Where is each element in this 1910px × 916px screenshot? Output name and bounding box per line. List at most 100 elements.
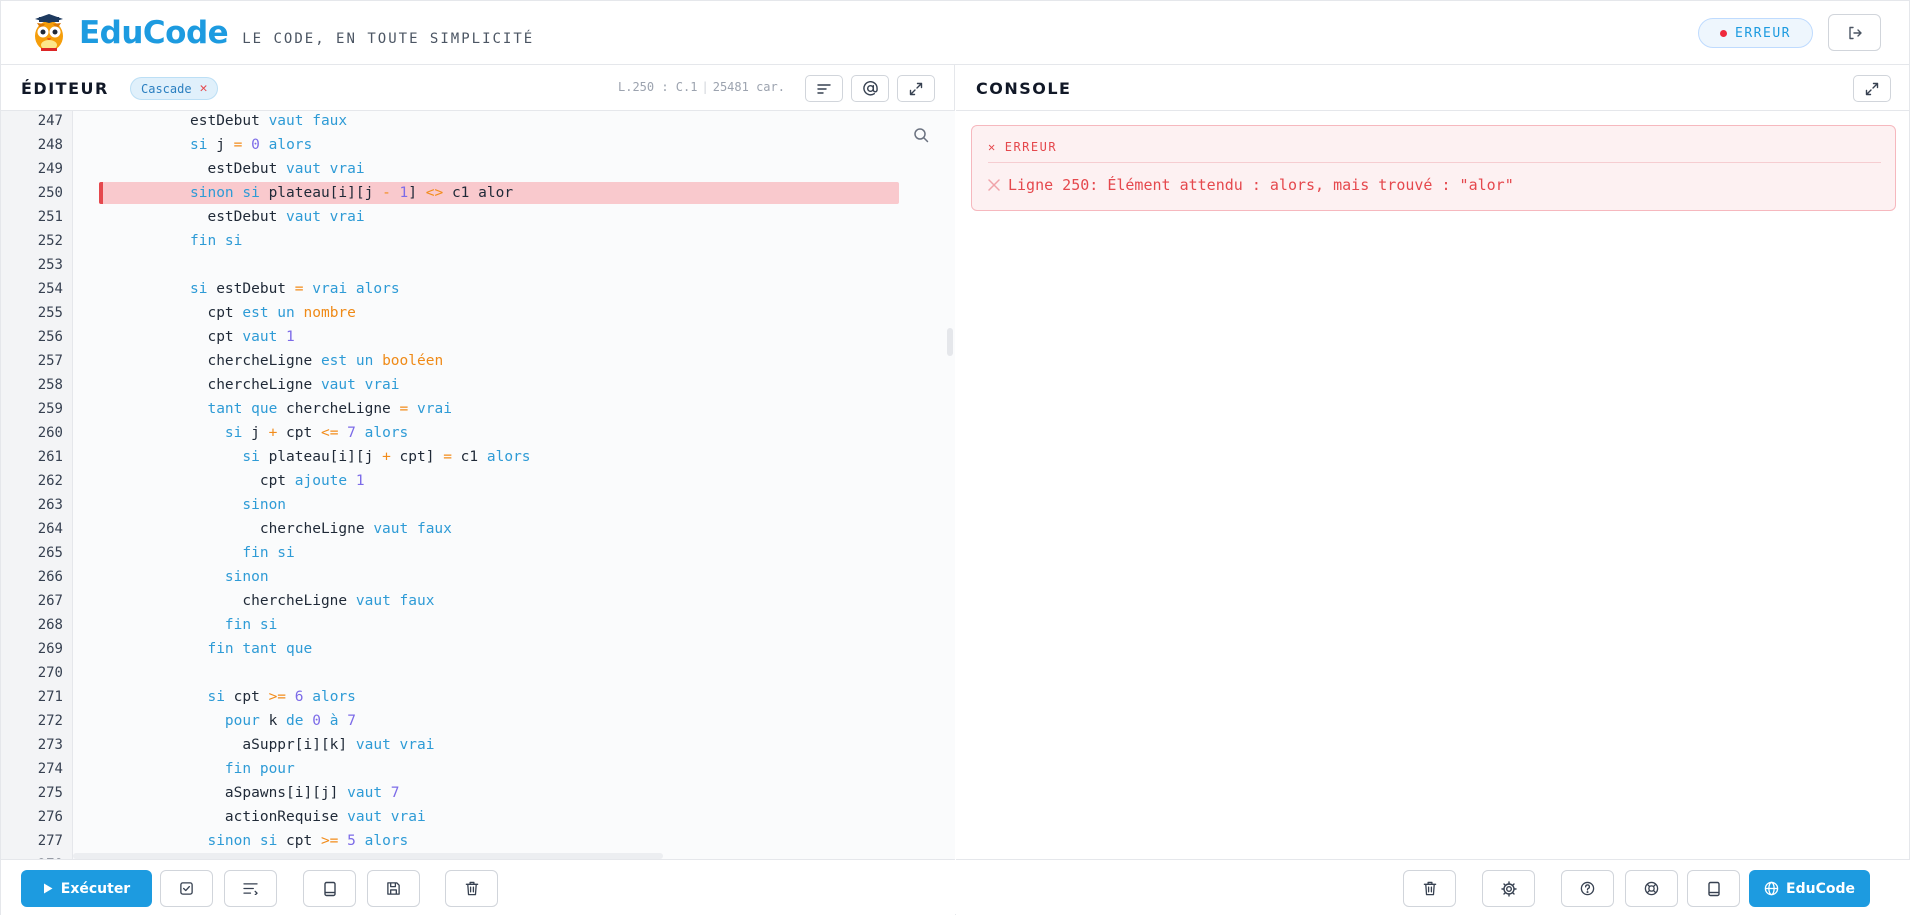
save-button[interactable] (367, 870, 420, 907)
code-token: actionRequise (190, 809, 348, 825)
code-token: booléen (382, 353, 444, 369)
code-line[interactable]: 251 estDebut vaut vrai (1, 205, 955, 229)
code-line[interactable]: 272 pour k de 0 à 7 (1, 709, 955, 733)
code-token: 7 (390, 785, 400, 801)
code-line[interactable]: 269 fin tant que (1, 637, 955, 661)
code-line[interactable]: 249 estDebut vaut vrai (1, 157, 955, 181)
code-line[interactable]: 261 si plateau[i][j + cpt] = c1 alors (1, 445, 955, 469)
logout-button[interactable] (1828, 14, 1881, 51)
code-token: cpt] (399, 449, 444, 465)
clear-console-button[interactable] (1403, 870, 1456, 907)
code-text: fin si (190, 541, 294, 565)
code-token: 6 (294, 689, 313, 705)
check-button[interactable] (160, 870, 213, 907)
code-line[interactable]: 276 actionRequise vaut vrai (1, 805, 955, 829)
docs-button[interactable] (303, 870, 356, 907)
help-button[interactable] (1561, 870, 1614, 907)
code-text: aSpawns[i][j] vaut 7 (190, 781, 400, 805)
code-line[interactable]: 259 tant que chercheLigne = vrai (1, 397, 955, 421)
code-text: fin pour (190, 757, 295, 781)
code-line[interactable]: 260 si j + cpt <= 7 alors (1, 421, 955, 445)
error-x-icon: ✕ (988, 140, 997, 154)
line-number: 262 (37, 473, 63, 489)
code-line[interactable]: 267 chercheLigne vaut faux (1, 589, 955, 613)
code-token: aSuppr[i][k] (190, 737, 356, 753)
code-token: = (399, 401, 417, 417)
code-line[interactable]: 271 si cpt >= 6 alors (1, 685, 955, 709)
code-token: k (268, 713, 287, 729)
file-tag[interactable]: Cascade ✕ (130, 77, 219, 100)
line-number: 276 (37, 809, 63, 825)
educode-button[interactable]: EduCode (1749, 870, 1870, 907)
error-line[interactable]: Ligne 250: Élément attendu : alors, mais… (988, 176, 1514, 194)
code-line[interactable]: 268 fin si (1, 613, 955, 637)
settings-button[interactable] (1482, 870, 1535, 907)
support-button[interactable] (1625, 870, 1678, 907)
format-icon (817, 83, 831, 94)
code-line[interactable]: 255 cpt est un nombre (1, 301, 955, 325)
logout-icon (1848, 26, 1862, 39)
line-number: 270 (37, 665, 63, 681)
run-label: Exécuter (60, 880, 131, 897)
code-line[interactable]: 257 chercheLigne est un booléen (1, 349, 955, 373)
console-toolbar: EduCode (956, 859, 1910, 916)
code-line[interactable]: 252 fin si (1, 229, 955, 253)
code-line[interactable]: 253 (1, 253, 955, 277)
status-badge: ERREUR (1698, 18, 1813, 48)
error-message-box: ✕ ERREUR Ligne 250: Élément attendu : al… (971, 125, 1896, 211)
code-line[interactable]: 262 cpt ajoute 1 (1, 469, 955, 493)
code-token: sinon si (190, 833, 287, 849)
code-text: chercheLigne vaut faux (190, 517, 452, 541)
code-line[interactable]: 266 sinon (1, 565, 955, 589)
code-line[interactable]: 264 chercheLigne vaut faux (1, 517, 955, 541)
close-icon[interactable]: ✕ (200, 81, 208, 96)
code-text: si j = 0 alors (190, 133, 312, 157)
code-line[interactable]: 274 fin pour (1, 757, 955, 781)
error-message: Ligne 250: Élément attendu : alors, mais… (1008, 176, 1514, 194)
docs-button[interactable] (1687, 870, 1740, 907)
code-line[interactable]: 263 sinon (1, 493, 955, 517)
run-button[interactable]: Exécuter (21, 870, 152, 907)
code-text: sinon (190, 565, 269, 589)
code-text: cpt est un nombre (190, 301, 355, 325)
code-line[interactable]: 254 si estDebut = vrai alors (1, 277, 955, 301)
code-line[interactable]: 265 fin si (1, 541, 955, 565)
clear-button[interactable] (445, 870, 498, 907)
code-token: vaut vrai (347, 809, 426, 825)
brand-title: EduCode (79, 14, 229, 51)
code-line[interactable]: 256 cpt vaut 1 (1, 325, 955, 349)
code-token: vaut faux (268, 113, 348, 129)
code-line[interactable]: 270 (1, 661, 955, 685)
code-editor[interactable]: 247 estDebut vaut faux 248 si j = 0 alors 24… (1, 111, 955, 859)
owl-logo-icon (35, 13, 63, 51)
editor-title: ÉDITEUR (21, 79, 109, 98)
code-line[interactable]: 273 aSuppr[i][k] vaut vrai (1, 733, 955, 757)
code-text: chercheLigne est un booléen (190, 349, 443, 373)
code-token: 1 (286, 329, 295, 345)
code-token: 1 (355, 473, 365, 489)
indent-button[interactable] (224, 870, 277, 907)
code-line[interactable]: 258 chercheLigne vaut vrai (1, 373, 955, 397)
code-line[interactable]: 247 estDebut vaut faux (1, 111, 955, 133)
mention-button[interactable] (851, 75, 889, 102)
code-token: alors (364, 833, 409, 849)
code-token: 7 (347, 713, 356, 729)
code-token: chercheLigne (286, 401, 400, 417)
code-line[interactable]: 250 sinon si plateau[i][j - 1] <> c1 alor (1, 181, 955, 205)
format-button[interactable] (805, 75, 843, 102)
panel-splitter[interactable] (947, 328, 953, 356)
code-text: sinon (190, 493, 286, 517)
trash-icon (1423, 881, 1436, 896)
code-token: de (286, 713, 313, 729)
line-number: 273 (37, 737, 63, 753)
code-line[interactable]: 248 si j = 0 alors (1, 133, 955, 157)
console-expand-button[interactable] (1853, 75, 1891, 102)
expand-button[interactable] (897, 75, 935, 102)
code-line[interactable]: 275 aSpawns[i][j] vaut 7 (1, 781, 955, 805)
code-text: sinon si cpt >= 5 alors (190, 829, 408, 853)
code-token: alors (486, 449, 531, 465)
code-line[interactable]: 277 sinon si cpt >= 5 alors (1, 829, 955, 853)
help-icon (1580, 881, 1595, 896)
editor-toolbar: Exécuter (1, 859, 955, 916)
code-token: plateau[i][j (268, 449, 383, 465)
